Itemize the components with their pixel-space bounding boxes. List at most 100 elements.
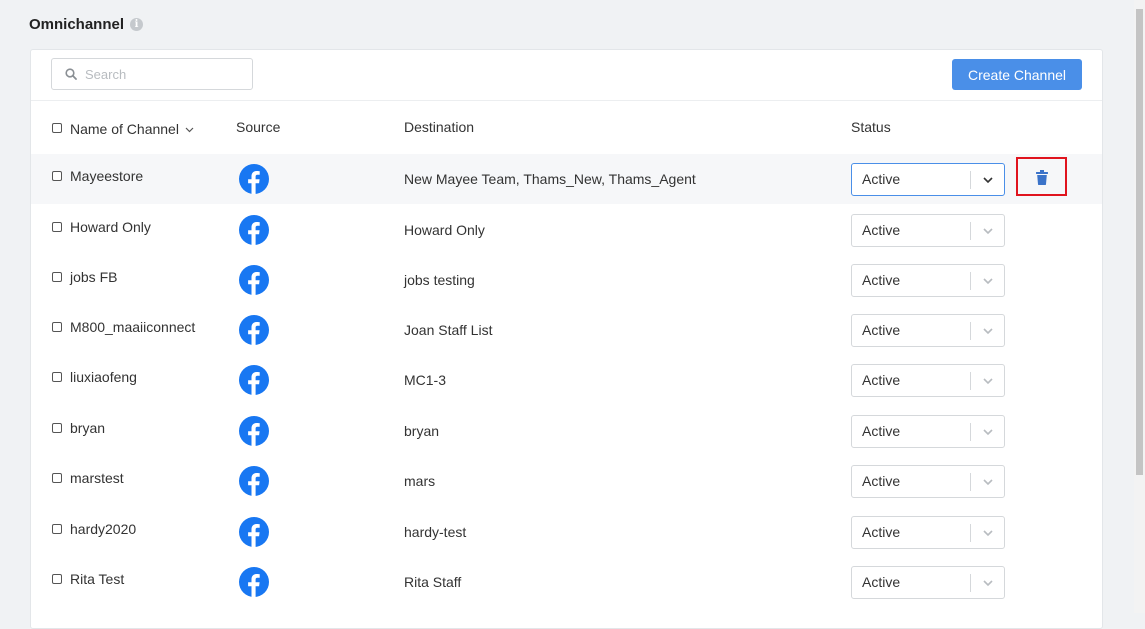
facebook-icon bbox=[239, 517, 269, 547]
row-checkbox[interactable] bbox=[52, 524, 62, 534]
table-header: Name of Channel Source Destination Statu… bbox=[31, 101, 1102, 155]
select-separator bbox=[970, 524, 971, 542]
row-checkbox[interactable] bbox=[52, 171, 62, 181]
status-value: Active bbox=[862, 524, 901, 540]
chevron-down-icon[interactable] bbox=[980, 474, 996, 490]
status-value: Active bbox=[862, 473, 901, 489]
status-value: Active bbox=[862, 372, 901, 388]
status-value: Active bbox=[862, 322, 901, 338]
facebook-icon bbox=[239, 215, 269, 245]
facebook-icon bbox=[239, 265, 269, 295]
search-icon bbox=[65, 68, 77, 80]
status-select[interactable]: Active bbox=[851, 264, 1005, 297]
table-row[interactable]: Mayeestore New Mayee Team, Thams_New, Tha… bbox=[31, 154, 1102, 204]
status-select[interactable]: Active bbox=[851, 214, 1005, 247]
select-all-checkbox[interactable] bbox=[52, 123, 62, 133]
status-value: Active bbox=[862, 574, 901, 590]
facebook-icon bbox=[239, 466, 269, 496]
destination-text: Joan Staff List bbox=[404, 322, 493, 338]
channel-name[interactable]: liuxiaofeng bbox=[70, 369, 137, 385]
destination-text: Rita Staff bbox=[404, 574, 462, 590]
column-destination: Destination bbox=[404, 119, 475, 135]
table-row[interactable]: Rita Test Rita Staff Active bbox=[31, 557, 1102, 607]
channel-name[interactable]: marstest bbox=[70, 470, 124, 486]
destination-text: mars bbox=[404, 473, 436, 489]
chevron-down-icon[interactable] bbox=[980, 273, 996, 289]
row-checkbox[interactable] bbox=[52, 372, 62, 382]
scrollbar-thumb[interactable] bbox=[1136, 9, 1143, 475]
facebook-icon bbox=[239, 416, 269, 446]
chevron-down-icon[interactable] bbox=[980, 525, 996, 541]
destination-text: New Mayee Team, Thams_New, Thams_Agent bbox=[404, 171, 696, 187]
status-value: Active bbox=[862, 272, 901, 288]
column-name-of-channel[interactable]: Name of Channel bbox=[70, 121, 194, 137]
status-value: Active bbox=[862, 171, 901, 187]
column-source: Source bbox=[236, 119, 281, 135]
chevron-down-icon[interactable] bbox=[980, 223, 996, 239]
status-select[interactable]: Active bbox=[851, 566, 1005, 599]
chevron-down-icon[interactable] bbox=[980, 323, 996, 339]
column-status: Status bbox=[851, 119, 891, 135]
chevron-down-icon[interactable] bbox=[980, 575, 996, 591]
create-channel-button[interactable]: Create Channel bbox=[952, 59, 1082, 90]
chevron-down-icon[interactable] bbox=[980, 172, 996, 188]
status-value: Active bbox=[862, 222, 901, 238]
scrollbar[interactable] bbox=[1134, 0, 1145, 613]
select-separator bbox=[970, 222, 971, 240]
info-icon[interactable]: i bbox=[130, 18, 144, 31]
row-checkbox[interactable] bbox=[52, 423, 62, 433]
status-select[interactable]: Active bbox=[851, 516, 1005, 549]
row-checkbox[interactable] bbox=[52, 222, 62, 232]
table-row[interactable]: jobs FB jobs testing Active bbox=[31, 255, 1102, 305]
table-row[interactable]: marstest mars Active bbox=[31, 456, 1102, 506]
destination-text: MC1-3 bbox=[404, 372, 447, 388]
channel-name[interactable]: Rita Test bbox=[70, 571, 124, 587]
status-select[interactable]: Active bbox=[851, 364, 1005, 397]
channel-name[interactable]: jobs FB bbox=[70, 269, 117, 285]
table-row[interactable]: M800_maaiiconnect Joan Staff List Active bbox=[31, 305, 1102, 355]
table-row[interactable]: hardy2020 hardy-test Active bbox=[31, 507, 1102, 557]
channel-name[interactable]: Mayeestore bbox=[70, 168, 143, 184]
row-checkbox[interactable] bbox=[52, 272, 62, 282]
facebook-icon bbox=[239, 315, 269, 345]
page-title: Omnichannel i bbox=[29, 16, 144, 33]
status-select[interactable]: Active bbox=[851, 415, 1005, 448]
table-row[interactable]: liuxiaofeng MC1-3 Active bbox=[31, 355, 1102, 405]
facebook-icon bbox=[239, 365, 269, 395]
table-row[interactable]: bryan bryan Active bbox=[31, 406, 1102, 456]
select-separator bbox=[970, 171, 971, 189]
select-separator bbox=[970, 322, 971, 340]
search-box[interactable] bbox=[51, 58, 253, 90]
page-title-text: Omnichannel bbox=[29, 16, 125, 33]
status-select[interactable]: Active bbox=[851, 314, 1005, 347]
channel-name[interactable]: Howard Only bbox=[70, 219, 151, 235]
destination-text: hardy-test bbox=[404, 524, 467, 540]
select-separator bbox=[970, 372, 971, 390]
select-separator bbox=[970, 423, 971, 441]
destination-text: jobs testing bbox=[404, 272, 475, 288]
chevron-down-icon[interactable] bbox=[980, 424, 996, 440]
channel-name[interactable]: M800_maaiiconnect bbox=[70, 319, 195, 335]
select-separator bbox=[970, 473, 971, 491]
row-checkbox[interactable] bbox=[52, 574, 62, 584]
facebook-icon bbox=[239, 567, 269, 597]
channel-card: Create Channel Name of Channel Source De… bbox=[30, 49, 1103, 629]
select-separator bbox=[970, 272, 971, 290]
status-select[interactable]: Active bbox=[851, 465, 1005, 498]
search-input[interactable] bbox=[83, 65, 237, 83]
select-separator bbox=[970, 574, 971, 592]
channel-name[interactable]: hardy2020 bbox=[70, 521, 136, 537]
channel-name[interactable]: bryan bbox=[70, 420, 105, 436]
status-value: Active bbox=[862, 423, 901, 439]
status-select[interactable]: Active bbox=[851, 163, 1005, 196]
chevron-down-icon[interactable] bbox=[980, 373, 996, 389]
column-name-label: Name of Channel bbox=[70, 121, 179, 137]
delete-button[interactable] bbox=[1016, 157, 1067, 196]
destination-text: Howard Only bbox=[404, 222, 485, 238]
table-row[interactable]: Howard Only Howard Only Active bbox=[31, 205, 1102, 255]
facebook-icon bbox=[239, 164, 269, 194]
row-checkbox[interactable] bbox=[52, 473, 62, 483]
toolbar: Create Channel bbox=[31, 50, 1102, 101]
row-checkbox[interactable] bbox=[52, 322, 62, 332]
chevron-down-icon bbox=[185, 127, 194, 133]
